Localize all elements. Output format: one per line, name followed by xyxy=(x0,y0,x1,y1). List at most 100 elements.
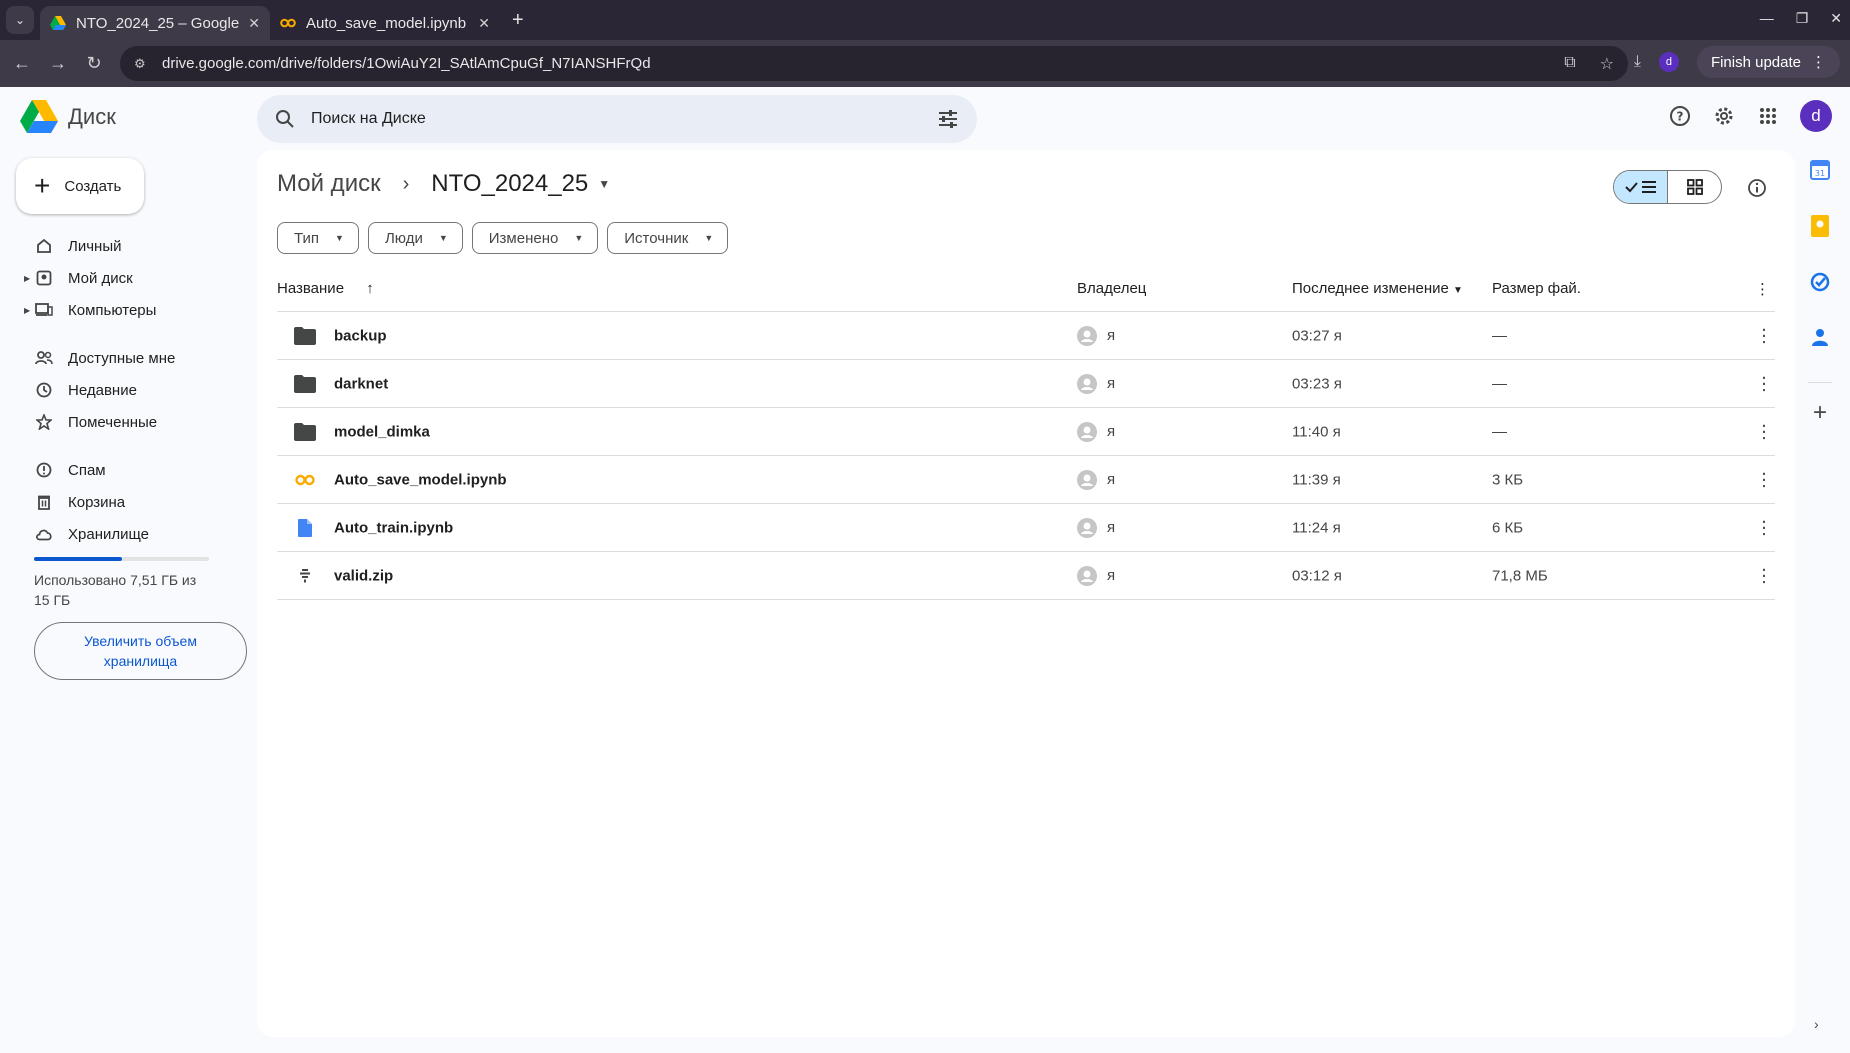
file-name[interactable]: Auto_save_model.ipynb xyxy=(334,471,507,488)
more-actions-icon[interactable]: ⋮ xyxy=(1755,421,1773,442)
app-name: Диск xyxy=(68,104,116,129)
sort-dropdown-icon[interactable]: ▼ xyxy=(1453,285,1463,296)
contacts-icon[interactable] xyxy=(1811,327,1829,352)
folder-menu-dropdown-icon[interactable]: ▼ xyxy=(598,177,610,191)
file-name[interactable]: model_dimka xyxy=(334,423,430,440)
file-name[interactable]: backup xyxy=(334,327,387,344)
sidebar-item-storage[interactable]: Хранилище xyxy=(0,518,250,550)
maximize-icon[interactable]: ❐ xyxy=(1796,10,1809,27)
more-actions-icon[interactable]: ⋮ xyxy=(1755,325,1773,346)
owner-name: я xyxy=(1107,375,1116,392)
filter-label: Источник xyxy=(624,229,689,247)
more-actions-icon[interactable]: ⋮ xyxy=(1755,517,1773,538)
sidebar-item-trash[interactable]: Корзина xyxy=(0,486,250,518)
header-modified[interactable]: Последнее изменение ▼ xyxy=(1292,280,1463,297)
owner-avatar-icon xyxy=(1077,325,1097,346)
back-icon[interactable]: ← xyxy=(4,53,40,74)
finish-update-button[interactable]: Finish update ⋮ xyxy=(1696,46,1840,78)
close-window-icon[interactable]: ✕ xyxy=(1830,10,1842,27)
filter-label: Изменено xyxy=(488,229,559,247)
table-row[interactable]: darknet я 03:23 я — ⋮ xyxy=(277,360,1775,408)
calendar-icon[interactable]: 31 xyxy=(1810,160,1830,185)
table-row[interactable]: valid.zip я 03:12 я 71,8 МБ ⋮ xyxy=(277,552,1775,600)
expand-arrow-icon[interactable]: ▶ xyxy=(24,306,30,315)
hide-side-panel-icon[interactable]: › xyxy=(1814,1016,1819,1032)
table-row[interactable]: Auto_save_model.ipynb я 11:39 я 3 КБ ⋮ xyxy=(277,456,1775,504)
more-actions-icon[interactable]: ⋮ xyxy=(1755,565,1773,586)
sort-ascending-icon[interactable]: ↑ xyxy=(366,280,374,297)
reload-icon[interactable]: ↻ xyxy=(76,53,112,74)
expand-arrow-icon[interactable]: ▶ xyxy=(24,274,30,283)
table-row[interactable]: backup я 03:27 я — ⋮ xyxy=(277,312,1775,360)
filter-type[interactable]: Тип ▼ xyxy=(277,222,359,254)
settings-gear-icon[interactable] xyxy=(1712,104,1736,128)
install-app-icon[interactable]: ⧉ xyxy=(1564,54,1575,74)
svg-text:?: ? xyxy=(1677,110,1684,124)
sidebar-item-starred[interactable]: Помеченные xyxy=(0,406,250,438)
site-info-icon[interactable]: ⚙ xyxy=(134,56,150,72)
table-row[interactable]: Auto_train.ipynb я 11:24 я 6 КБ ⋮ xyxy=(277,504,1775,552)
forward-icon[interactable]: → xyxy=(40,53,76,74)
search-icon[interactable] xyxy=(275,109,295,129)
keep-icon[interactable] xyxy=(1811,215,1829,242)
close-tab-icon[interactable]: ✕ xyxy=(478,15,490,32)
file-size: — xyxy=(1492,327,1507,344)
breadcrumb-current[interactable]: NTO_2024_25 xyxy=(431,170,588,198)
sidebar-item-computers[interactable]: ▶ Компьютеры xyxy=(0,294,250,326)
tab-search-button[interactable]: ⌄ xyxy=(6,6,34,34)
drive-logo[interactable]: Диск xyxy=(20,100,116,134)
sidebar-item-spam[interactable]: Спам xyxy=(0,454,250,486)
table-row[interactable]: model_dimka я 11:40 я — ⋮ xyxy=(277,408,1775,456)
more-actions-icon[interactable]: ⋮ xyxy=(1755,373,1773,394)
search-options-icon[interactable] xyxy=(937,108,959,130)
grid-view-button[interactable] xyxy=(1668,171,1721,203)
modified-date: 03:27 я xyxy=(1292,327,1342,344)
file-name[interactable]: Auto_train.ipynb xyxy=(334,519,453,536)
search-box[interactable]: Поиск на Диске xyxy=(257,95,977,143)
browser-tab-drive[interactable]: NTO_2024_25 – Google Диск ✕ xyxy=(40,6,270,40)
filter-modified[interactable]: Изменено ▼ xyxy=(471,222,599,254)
apps-grid-icon[interactable] xyxy=(1756,104,1780,128)
list-view-button[interactable] xyxy=(1614,171,1668,203)
sidebar-item-personal[interactable]: Личный xyxy=(0,230,250,262)
address-bar[interactable]: ⚙ drive.google.com/drive/folders/1OwiAuY… xyxy=(120,46,1628,81)
create-button[interactable]: + Создать xyxy=(16,158,144,214)
header-owner[interactable]: Владелец xyxy=(1077,280,1146,297)
sidebar-item-my-drive[interactable]: ▶ Мой диск xyxy=(0,262,250,294)
filter-people[interactable]: Люди ▼ xyxy=(367,222,463,254)
breadcrumb-root[interactable]: Мой диск xyxy=(277,170,381,198)
header-size[interactable]: Размер фай. xyxy=(1492,280,1581,297)
tasks-icon[interactable] xyxy=(1810,272,1830,297)
computer-icon xyxy=(34,300,54,320)
browser-tab-colab[interactable]: Auto_save_model.ipynb ✕ xyxy=(270,6,500,40)
account-avatar[interactable]: d xyxy=(1800,100,1832,132)
sidebar-item-shared[interactable]: Доступные мне xyxy=(0,342,250,374)
minimize-icon[interactable]: — xyxy=(1760,10,1774,27)
downloads-icon[interactable]: ⤓ xyxy=(1634,53,1641,71)
sidebar-item-label: Корзина xyxy=(68,493,126,511)
owner-cell: я xyxy=(1077,325,1115,346)
storage-progress-bar xyxy=(34,557,209,561)
add-addon-icon[interactable]: + xyxy=(1813,399,1827,427)
filter-source[interactable]: Источник ▼ xyxy=(607,222,729,254)
help-icon[interactable]: ? xyxy=(1668,104,1692,128)
bookmark-star-icon[interactable]: ☆ xyxy=(1600,54,1614,74)
upgrade-storage-button[interactable]: Увеличить объем хранилища xyxy=(34,622,247,680)
header-name[interactable]: Название ↑ xyxy=(277,280,374,297)
sidebar-item-recent[interactable]: Недавние xyxy=(0,374,250,406)
drive-favicon-icon xyxy=(50,15,66,31)
search-input[interactable]: Поиск на Диске xyxy=(311,110,426,128)
grid-view-icon xyxy=(1686,179,1703,195)
new-tab-icon[interactable]: + xyxy=(512,9,524,32)
profile-avatar[interactable]: d xyxy=(1658,52,1679,72)
file-name[interactable]: darknet xyxy=(334,375,388,392)
file-name[interactable]: valid.zip xyxy=(334,567,393,584)
browser-tabbar: ⌄ NTO_2024_25 – Google Диск ✕ Auto_save_… xyxy=(0,0,1850,40)
info-icon[interactable] xyxy=(1747,178,1767,203)
spam-icon xyxy=(34,460,54,480)
more-actions-icon[interactable]: ⋮ xyxy=(1755,469,1773,490)
finish-update-label: Finish update xyxy=(1710,53,1801,71)
chevron-right-icon: › xyxy=(402,172,410,195)
close-tab-icon[interactable]: ✕ xyxy=(248,15,260,32)
column-options-icon[interactable]: ⋮ xyxy=(1755,280,1770,298)
